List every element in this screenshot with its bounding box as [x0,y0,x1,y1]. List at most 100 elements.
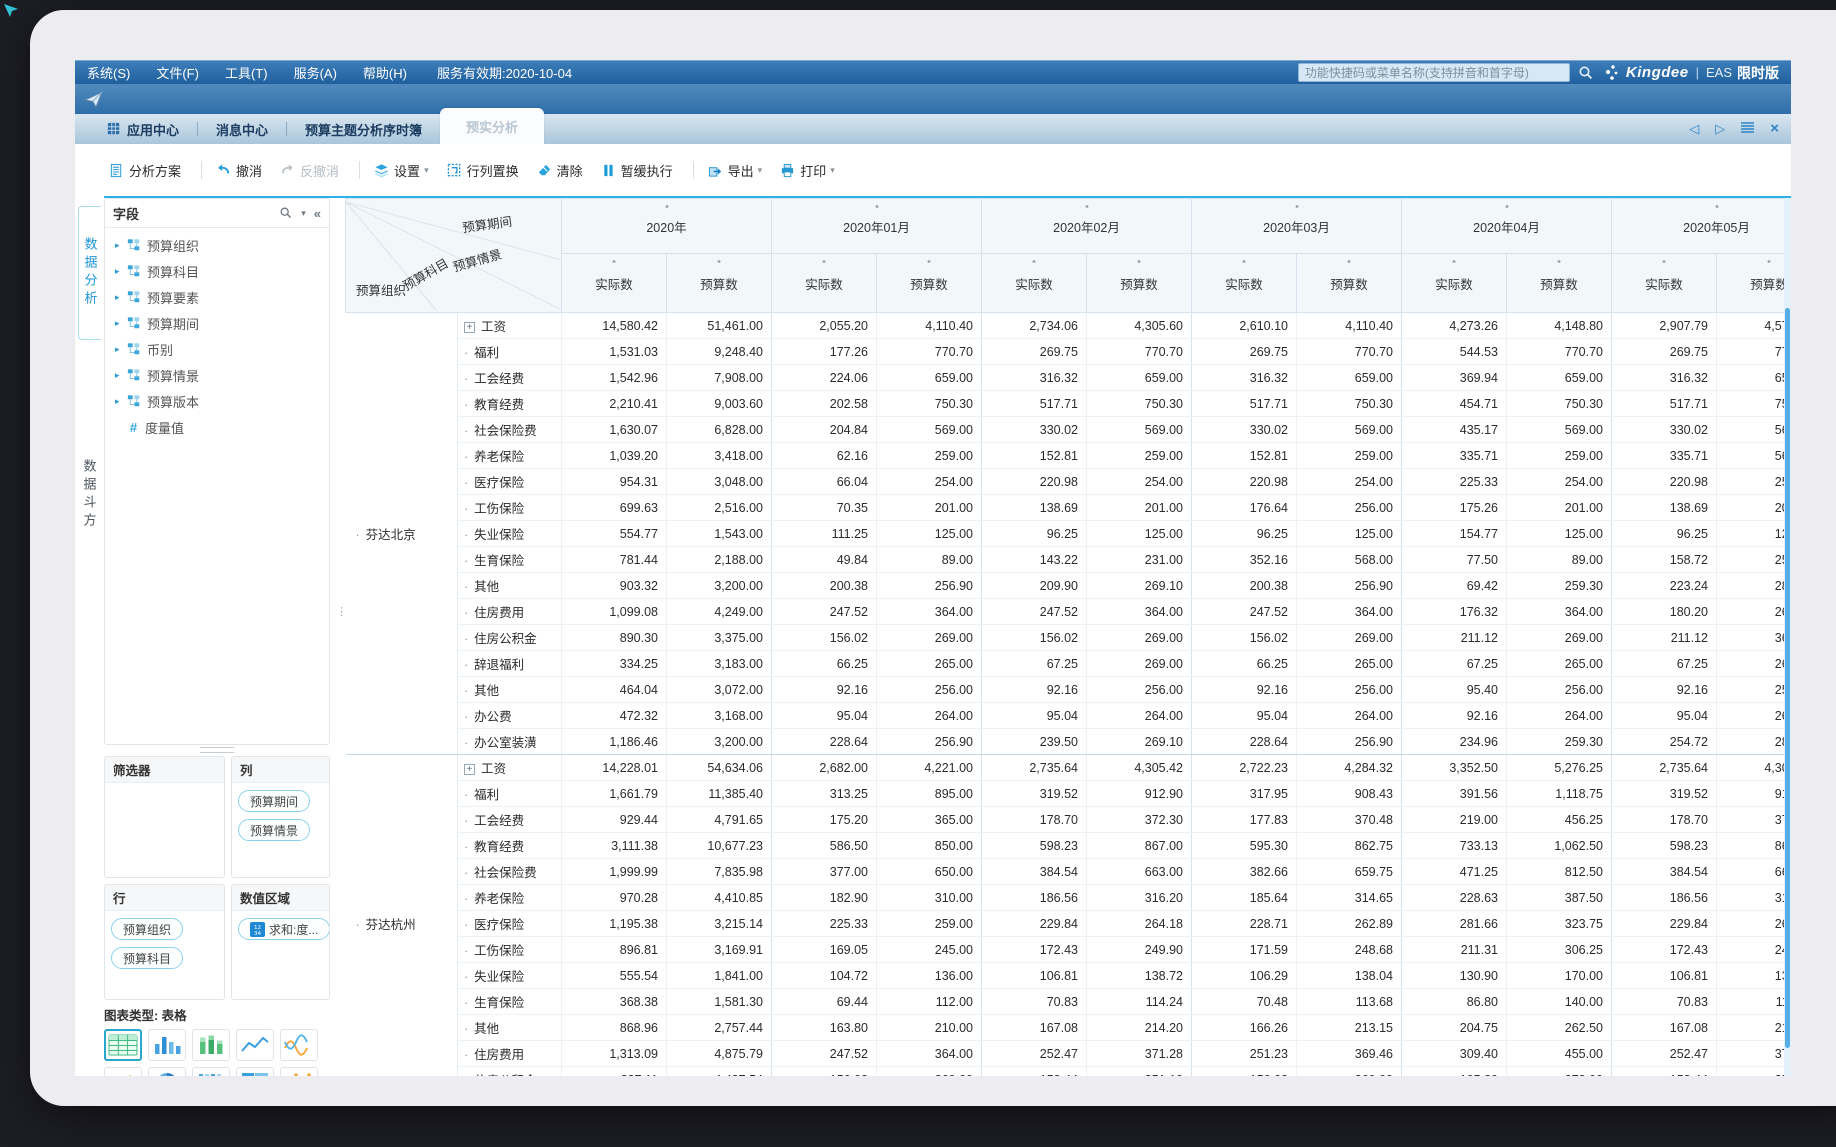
pivot-cell[interactable]: 750.30 [877,391,982,417]
pivot-cell[interactable]: 138.72 [1717,963,1792,989]
row-label[interactable]: ·教育经费 [458,391,562,417]
search-icon[interactable] [1578,65,1594,81]
pivot-cell[interactable]: 254.00 [1507,469,1612,495]
menu-item-3[interactable]: 服务(A) [294,63,337,82]
pivot-cell[interactable]: 95.40 [1402,677,1507,703]
pivot-cell[interactable]: 175.26 [1402,495,1507,521]
pivot-cell[interactable]: 4,148.80 [1507,313,1612,339]
pivot-cell[interactable]: 202.58 [772,391,877,417]
pivot-cell[interactable]: 750.30 [1717,391,1792,417]
pivot-cell[interactable]: 95.04 [982,703,1087,729]
pivot-cell[interactable]: 256.00 [1087,677,1192,703]
row-group-1[interactable]: ·芬达杭州 [346,755,458,1077]
pivot-cell[interactable]: 256.90 [877,729,982,755]
pivot-cell[interactable]: 929.44 [562,807,667,833]
pivot-cell[interactable]: 158.44 [1612,1067,1717,1077]
pivot-cell[interactable]: 1,313.09 [562,1041,667,1067]
pivot-cell[interactable]: 908.43 [1297,781,1402,807]
pivot-cell[interactable]: 265.00 [1507,651,1612,677]
pivot-cell[interactable]: 569.00 [1717,417,1792,443]
pivot-cell[interactable]: 733.13 [1402,833,1507,859]
pivot-cell[interactable]: 239.50 [982,729,1087,755]
pivot-cell[interactable]: 228.64 [772,729,877,755]
field-item-0[interactable]: ▸预算组织 [105,232,329,258]
vertical-splitter[interactable]: ⋮ [332,198,345,1076]
pivot-cell[interactable]: 954.31 [562,469,667,495]
field-item-5[interactable]: ▸预算情景 [105,362,329,388]
pivot-cell[interactable]: 1,062.50 [1507,833,1612,859]
pivot-cell[interactable]: 66.25 [772,651,877,677]
pivot-cell[interactable]: 659.00 [877,365,982,391]
field-chip[interactable]: 预算期间 [238,790,310,812]
pivot-cell[interactable]: 201.00 [1717,495,1792,521]
pivot-cell[interactable]: 517.71 [1612,391,1717,417]
pivot-cell[interactable]: 1,531.03 [562,339,667,365]
pivot-cell[interactable]: 96.25 [982,521,1087,547]
pivot-cell[interactable]: 598.23 [1612,833,1717,859]
toolbar-export-button[interactable]: 导出▾ [708,161,763,180]
toolbar-pause-button[interactable]: 暂缓执行 [601,161,673,180]
pivot-cell[interactable]: 67.25 [1612,651,1717,677]
menu-item-2[interactable]: 工具(T) [225,63,268,82]
pivot-cell[interactable]: 49.84 [772,547,877,573]
field-item-1[interactable]: ▸预算科目 [105,258,329,284]
pivot-cell[interactable]: 317.95 [1192,781,1297,807]
pivot-cell[interactable]: 138.72 [1087,963,1192,989]
pivot-cell[interactable]: 214.20 [1087,1015,1192,1041]
pivot-cell[interactable]: 204.75 [1402,1015,1507,1041]
pivot-cell[interactable]: 200.38 [772,573,877,599]
pivot-cell[interactable]: 167.08 [982,1015,1087,1041]
field-chip[interactable]: 预算科目 [111,947,183,969]
pivot-cell[interactable]: 213.15 [1297,1015,1402,1041]
pivot-cell[interactable]: 125.00 [877,521,982,547]
pivot-cell[interactable]: 369.94 [1402,365,1507,391]
pivot-cell[interactable]: 259.00 [1087,443,1192,469]
pivot-cell[interactable]: 2,734.06 [982,313,1087,339]
col-subheader[interactable]: 实际数 [772,254,877,313]
pivot-cell[interactable]: 2,907.79 [1612,313,1717,339]
pivot-cell[interactable]: 158.72 [1612,547,1717,573]
pivot-cell[interactable]: 1,661.79 [562,781,667,807]
pivot-cell[interactable]: 269.75 [1192,339,1297,365]
row-label[interactable]: ·福利 [458,339,562,365]
pivot-cell[interactable]: 569.00 [1717,443,1792,469]
pivot-cell[interactable]: 316.32 [982,365,1087,391]
pivot-cell[interactable]: 335.71 [1402,443,1507,469]
field-item-measure[interactable]: #度量值 [105,414,329,440]
pivot-cell[interactable]: 70.83 [1612,989,1717,1015]
row-label[interactable]: ·社会保险费 [458,859,562,885]
pivot-cell[interactable]: 66.25 [1192,651,1297,677]
expand-arrow-icon[interactable]: ▸ [115,396,127,407]
pivot-cell[interactable]: 223.24 [1612,573,1717,599]
pivot-cell[interactable]: 89.00 [877,547,982,573]
pivot-cell[interactable]: 464.04 [562,677,667,703]
pivot-cell[interactable]: 455.00 [1507,1041,1612,1067]
pivot-cell[interactable]: 371.28 [1717,1041,1792,1067]
pivot-cell[interactable]: 156.02 [982,625,1087,651]
pivot-cell[interactable]: 3,048.00 [667,469,772,495]
pivot-cell[interactable]: 251.23 [1192,1041,1297,1067]
pivot-cell[interactable]: 330.02 [1192,417,1297,443]
pivot-cell[interactable]: 176.64 [1192,495,1297,521]
pivot-cell[interactable]: 330.02 [982,417,1087,443]
pivot-cell[interactable]: 171.59 [1192,937,1297,963]
pivot-cell[interactable]: 384.54 [1612,859,1717,885]
pivot-cell[interactable]: 228.71 [1192,911,1297,937]
pivot-cell[interactable]: 659.00 [1087,365,1192,391]
pivot-cell[interactable]: 770.70 [877,339,982,365]
pivot-cell[interactable]: 51,461.00 [667,313,772,339]
col-subheader[interactable]: 实际数 [1402,254,1507,313]
chart-type-area-icon[interactable] [104,1067,142,1076]
row-label[interactable]: ·工伤保险 [458,495,562,521]
field-chip[interactable]: 预算情景 [238,819,310,841]
pivot-cell[interactable]: 659.00 [1717,365,1792,391]
vertical-scrollbar[interactable] [1784,198,1791,1076]
menu-item-0[interactable]: 系统(S) [87,63,130,82]
pivot-cell[interactable]: 92.16 [772,677,877,703]
tab-0[interactable]: 应用中心 [89,114,197,144]
pivot-cell[interactable]: 254.72 [1612,729,1717,755]
pivot-cell[interactable]: 1,118.75 [1507,781,1612,807]
pivot-cell[interactable]: 186.56 [1612,885,1717,911]
pivot-cell[interactable]: 14,228.01 [562,755,667,781]
row-label[interactable]: ·医疗保险 [458,469,562,495]
